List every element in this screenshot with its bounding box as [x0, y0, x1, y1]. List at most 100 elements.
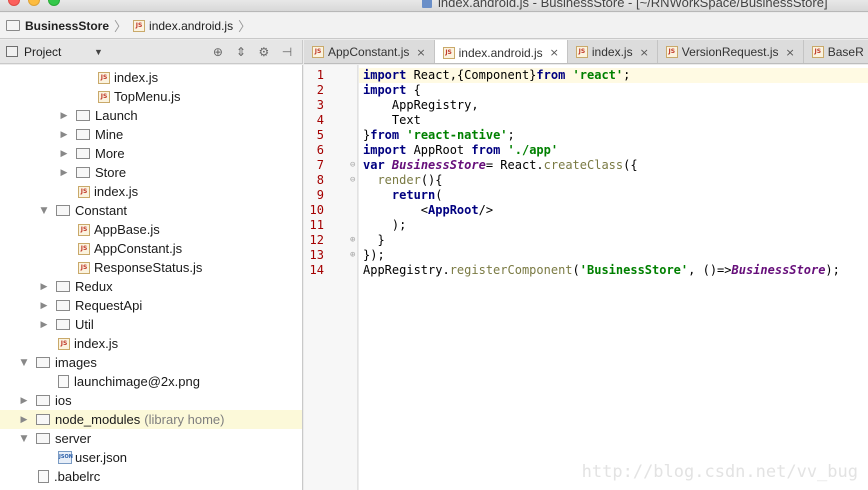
editor-tab[interactable]: JS VersionRequest.js ×: [657, 40, 804, 63]
code-token: AppRegistry.: [363, 263, 450, 277]
tree-item[interactable]: JSON user.json: [0, 448, 302, 467]
tree-item[interactable]: JS AppConstant.js: [0, 239, 302, 258]
tree-item[interactable]: ▼ Constant: [0, 201, 302, 220]
code-line: }from 'react-native';: [363, 128, 515, 143]
editor-tab[interactable]: JS AppConstant.js ×: [304, 40, 435, 63]
tree-item[interactable]: JS AppBase.js: [0, 220, 302, 239]
tree-item[interactable]: JS ResponseStatus.js: [0, 258, 302, 277]
hide-panel-icon[interactable]: ⊣: [279, 44, 295, 60]
fold-marker-icon[interactable]: ⊕: [350, 248, 355, 263]
tree-item-label: node_modules: [55, 412, 141, 427]
code-token: Text: [363, 113, 421, 127]
file-icon: [58, 375, 69, 388]
close-icon[interactable]: ×: [550, 46, 559, 59]
code-editor[interactable]: http://blog.csdn.net/vv_bug import React…: [359, 65, 868, 490]
tree-item-label: index.js: [94, 184, 139, 199]
folder-icon: [36, 395, 50, 406]
collapsed-arrow-icon[interactable]: ▶: [58, 168, 70, 178]
tree-item-label: Util: [75, 317, 94, 332]
tree-item[interactable]: JS index.js: [0, 334, 302, 353]
chevron-down-icon[interactable]: ▼: [94, 47, 103, 57]
code-line: AppRegistry,: [363, 98, 479, 113]
collapsed-arrow-icon[interactable]: ▶: [58, 149, 70, 159]
tree-item-label: index.js: [114, 70, 159, 85]
tree-item[interactable]: ▼ server: [0, 429, 302, 448]
expanded-arrow-icon[interactable]: ▼: [18, 358, 30, 368]
tree-item[interactable]: .babelrc: [0, 467, 302, 486]
close-icon[interactable]: ×: [416, 46, 425, 59]
tree-item-label: Mine: [95, 127, 124, 142]
code-line: });: [363, 248, 385, 263]
folder-icon: [76, 167, 90, 178]
code-token: import: [363, 83, 407, 97]
tree-item[interactable]: JS index.js: [0, 68, 302, 87]
fold-marker-icon[interactable]: ⊖: [350, 173, 355, 188]
editor-tab[interactable]: JS BaseR: [803, 40, 868, 63]
code-token: ;: [623, 68, 631, 82]
expanded-arrow-icon[interactable]: ▼: [18, 434, 30, 444]
code-line: import React,{Component}from 'react';: [359, 68, 868, 83]
editor-tab[interactable]: JS index.android.js ×: [434, 40, 568, 63]
expanded-arrow-icon[interactable]: ▼: [38, 206, 50, 216]
breadcrumb-project[interactable]: BusinessStore: [6, 19, 109, 33]
collapse-all-icon[interactable]: ⇕: [233, 44, 249, 60]
code-token: AppRegistry,: [363, 98, 479, 112]
code-token: 'react-native': [406, 128, 508, 142]
chevron-right-icon: 〉: [238, 19, 252, 34]
folder-icon: [56, 319, 70, 330]
close-icon[interactable]: ×: [640, 46, 649, 59]
scroll-from-source-icon[interactable]: ⊕: [210, 44, 226, 60]
close-window-button[interactable]: [8, 0, 20, 6]
tree-item[interactable]: launchimage@2x.png: [0, 372, 302, 391]
code-token: }: [363, 233, 385, 247]
fold-marker-icon[interactable]: ⊕: [350, 233, 355, 248]
tree-item[interactable]: ▶ Mine: [0, 125, 302, 144]
fold-marker-icon[interactable]: ⊖: [350, 158, 355, 173]
zoom-window-button[interactable]: [48, 0, 60, 6]
tree-item[interactable]: JS TopMenu.js: [0, 87, 302, 106]
collapsed-arrow-icon[interactable]: ▶: [58, 111, 70, 121]
code-line: render(){: [363, 173, 442, 188]
tree-item[interactable]: JS index.js: [0, 182, 302, 201]
tree-item[interactable]: ▶ ios: [0, 391, 302, 410]
collapsed-arrow-icon[interactable]: ▶: [18, 415, 30, 425]
collapsed-arrow-icon[interactable]: ▶: [38, 301, 50, 311]
collapsed-arrow-icon[interactable]: ▶: [18, 396, 30, 406]
project-view-selector[interactable]: Project: [24, 45, 94, 59]
js-file-icon: JS: [78, 185, 90, 198]
line-number: 3: [316, 98, 324, 112]
code-line: import {: [363, 83, 421, 98]
tree-item[interactable]: ▶ Redux: [0, 277, 302, 296]
code-token: React,{Component}: [406, 68, 537, 82]
code-line: );: [363, 218, 406, 233]
collapsed-arrow-icon[interactable]: ▶: [58, 130, 70, 140]
collapsed-arrow-icon[interactable]: ▶: [38, 320, 50, 330]
tree-item[interactable]: ▶ RequestApi: [0, 296, 302, 315]
tree-item[interactable]: ▶ More: [0, 144, 302, 163]
tree-item[interactable]: ▶ node_modules (library home): [0, 410, 302, 429]
line-number: 13: [309, 248, 324, 262]
close-icon[interactable]: ×: [786, 46, 795, 59]
tree-item[interactable]: ▼ images: [0, 353, 302, 372]
tab-label: index.android.js: [458, 45, 543, 60]
code-line: AppRegistry.registerComponent('BusinessS…: [363, 263, 840, 278]
js-file-icon: JS: [575, 46, 588, 58]
js-file-icon: JS: [78, 261, 90, 274]
tree-item[interactable]: ▶ Util: [0, 315, 302, 334]
minimize-window-button[interactable]: [28, 0, 40, 6]
gear-icon[interactable]: ⚙: [256, 44, 272, 60]
code-token: 'BusinessStore': [579, 263, 689, 277]
tree-item[interactable]: ▶ Launch: [0, 106, 302, 125]
tree-item-label: TopMenu.js: [114, 89, 181, 104]
line-number: 10: [309, 203, 324, 217]
editor-tab[interactable]: JS index.js ×: [567, 40, 658, 63]
collapsed-arrow-icon[interactable]: ▶: [38, 282, 50, 292]
json-file-icon: JSON: [58, 451, 73, 464]
folder-icon: [56, 300, 70, 311]
js-file-icon: JS: [312, 46, 324, 58]
breadcrumb-file[interactable]: JS index.android.js: [133, 19, 233, 33]
tree-item[interactable]: ▶ Store: [0, 163, 302, 182]
